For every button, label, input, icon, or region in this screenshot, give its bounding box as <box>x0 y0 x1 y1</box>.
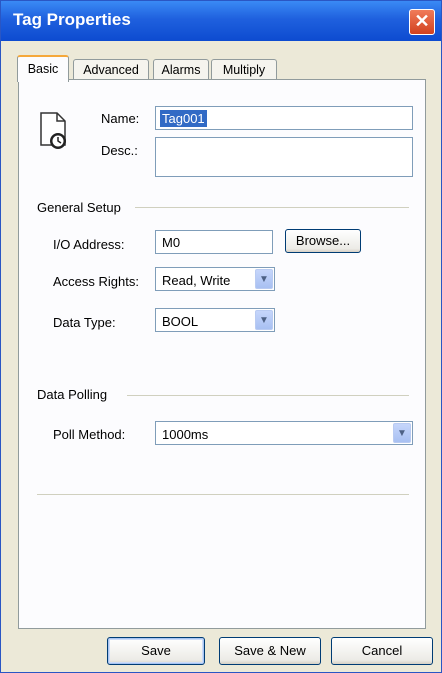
save-and-new-button[interactable]: Save & New <box>219 637 321 665</box>
data-type-select[interactable]: BOOL ▼ <box>155 308 275 332</box>
io-address-label: I/O Address: <box>53 237 125 252</box>
poll-method-select[interactable]: 1000ms ▼ <box>155 421 413 445</box>
browse-button[interactable]: Browse... <box>285 229 361 253</box>
data-polling-divider <box>127 395 409 396</box>
tag-document-icon <box>40 112 66 149</box>
desc-label: Desc.: <box>101 143 138 158</box>
io-address-field[interactable]: M0 <box>155 230 273 254</box>
tab-multiply[interactable]: Multiply <box>211 59 277 80</box>
tab-alarms[interactable]: Alarms <box>153 59 209 80</box>
tab-advanced[interactable]: Advanced <box>73 59 149 80</box>
title-bar[interactable]: Tag Properties ✕ <box>1 1 441 41</box>
data-type-label: Data Type: <box>53 315 116 330</box>
access-rights-value: Read, Write <box>162 273 231 288</box>
chevron-down-icon[interactable]: ▼ <box>255 269 273 289</box>
poll-method-value: 1000ms <box>162 427 209 442</box>
save-button[interactable]: Save <box>107 637 205 665</box>
name-value: Tag001 <box>160 110 207 127</box>
name-field[interactable]: Tag001 <box>155 106 413 130</box>
chevron-down-icon[interactable]: ▼ <box>255 310 273 330</box>
general-setup-divider <box>135 207 409 208</box>
name-label: Name: <box>101 111 140 126</box>
tag-properties-dialog: Tag Properties ✕ Basic Advanced Alarms M… <box>0 0 442 673</box>
access-rights-select[interactable]: Read, Write ▼ <box>155 267 275 291</box>
window-title: Tag Properties <box>13 10 131 29</box>
general-setup-heading: General Setup <box>37 200 121 215</box>
data-type-value: BOOL <box>162 314 199 329</box>
chevron-down-icon[interactable]: ▼ <box>393 423 411 443</box>
close-icon[interactable]: ✕ <box>409 9 435 35</box>
access-rights-label: Access Rights: <box>53 274 139 289</box>
poll-method-label: Poll Method: <box>53 427 126 442</box>
cancel-button[interactable]: Cancel <box>331 637 433 665</box>
tab-basic[interactable]: Basic <box>17 55 69 82</box>
data-polling-heading: Data Polling <box>37 387 108 402</box>
io-address-value: M0 <box>162 235 181 250</box>
description-field[interactable] <box>155 137 413 177</box>
bottom-divider <box>37 494 409 495</box>
